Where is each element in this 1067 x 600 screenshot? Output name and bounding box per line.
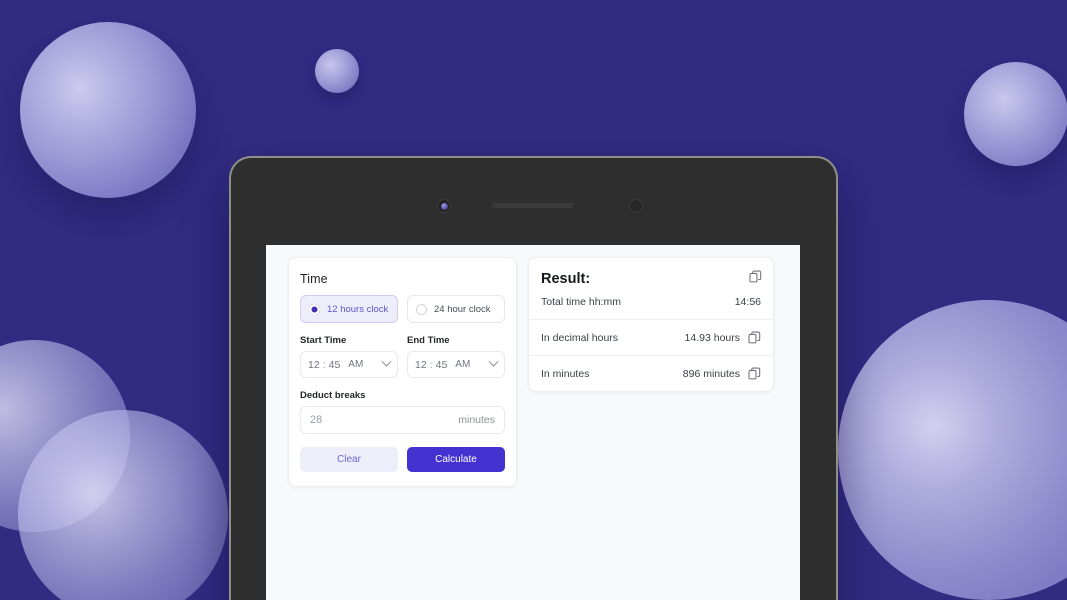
time-range-inputs: Start Time 12 : 45 AM End Time 12: 45 A… <box>300 335 505 378</box>
decorative-sphere-bottom-right <box>838 300 1067 600</box>
start-time-meridiem[interactable]: AM <box>348 359 363 370</box>
result-value: 14.93 hours <box>684 331 740 344</box>
radio-24-hour-clock-label: 24 hour clock <box>434 303 491 315</box>
deduct-breaks-label: Deduct breaks <box>300 390 366 401</box>
result-label: In decimal hours <box>541 331 619 344</box>
radio-12-hour-clock[interactable]: 12 hours clock <box>300 295 398 323</box>
tablet-screen: Time 12 hours clock 24 hour clock Start … <box>266 245 800 600</box>
start-time-group: Start Time 12 : 45 AM <box>300 335 398 378</box>
result-label: In minutes <box>541 367 590 380</box>
time-input-card: Time 12 hours clock 24 hour clock Start … <box>288 257 517 487</box>
result-label: Total time hh:mm <box>541 296 621 308</box>
radio-dot-selected-icon <box>309 303 320 315</box>
time-section-title: Time <box>300 272 328 286</box>
decorative-sphere-bottom-left-front <box>18 410 228 600</box>
camera-lens-icon <box>440 202 448 210</box>
copy-icon[interactable] <box>749 270 762 283</box>
deduct-breaks-input[interactable]: 28 minutes <box>300 406 505 434</box>
result-value: 14:56 <box>734 296 761 308</box>
decorative-sphere-top-left <box>20 22 196 198</box>
chevron-down-icon[interactable] <box>381 356 392 367</box>
start-time-minute[interactable]: 45 <box>329 359 341 371</box>
decorative-sphere-bottom-left-back <box>0 340 130 532</box>
clock-format-radio-group: 12 hours clock 24 hour clock <box>300 295 505 323</box>
sensor-icon <box>629 199 643 213</box>
end-time-input[interactable]: 12 : 45 AM <box>407 351 505 378</box>
camera-icon <box>437 199 451 213</box>
result-title: Result: <box>541 271 591 287</box>
start-time-hour[interactable]: 12 <box>308 359 320 371</box>
result-row-decimal-hours: In decimal hours 14.93 hours <box>529 319 773 355</box>
deduct-breaks-value[interactable]: 28 <box>310 414 322 426</box>
tablet-device-frame: Time 12 hours clock 24 hour clock Start … <box>229 156 838 600</box>
end-time-hour[interactable]: 12 <box>415 359 427 371</box>
radio-dot-icon <box>416 303 427 315</box>
calculate-button[interactable]: Calculate <box>407 447 505 472</box>
result-row-total-time: Total time hh:mm 14:56 <box>541 296 761 308</box>
app-background: Time 12 hours clock 24 hour clock Start … <box>0 0 1067 600</box>
start-time-input[interactable]: 12 : 45 AM <box>300 351 398 378</box>
action-buttons: Clear Calculate <box>300 447 505 472</box>
copy-icon[interactable] <box>748 367 761 380</box>
end-time-label: End Time <box>407 335 450 346</box>
deduct-breaks-unit: minutes <box>458 414 495 426</box>
chevron-down-icon[interactable] <box>488 356 499 367</box>
start-time-separator: : <box>322 358 326 371</box>
result-header: Result: Total time hh:mm 14:56 <box>529 258 773 319</box>
result-card: Result: Total time hh:mm 14:56 In decima… <box>528 257 774 392</box>
tablet-top-bezel <box>231 158 836 245</box>
app-content: Time 12 hours clock 24 hour clock Start … <box>266 245 800 487</box>
decorative-sphere-top-right <box>964 62 1067 166</box>
copy-icon[interactable] <box>748 331 761 344</box>
radio-12-hour-clock-label: 12 hours clock <box>327 303 389 315</box>
end-time-minute[interactable]: 45 <box>436 359 448 371</box>
end-time-group: End Time 12 : 45 AM <box>407 335 505 378</box>
clear-button[interactable]: Clear <box>300 447 398 472</box>
end-time-meridiem[interactable]: AM <box>455 359 470 370</box>
end-time-separator: : <box>429 358 433 371</box>
decorative-sphere-small-top <box>315 49 359 93</box>
start-time-label: Start Time <box>300 335 347 346</box>
speaker-grille-icon <box>492 203 574 208</box>
result-row-minutes: In minutes 896 minutes <box>529 355 773 391</box>
result-value: 896 minutes <box>682 367 740 380</box>
radio-24-hour-clock[interactable]: 24 hour clock <box>407 295 505 323</box>
